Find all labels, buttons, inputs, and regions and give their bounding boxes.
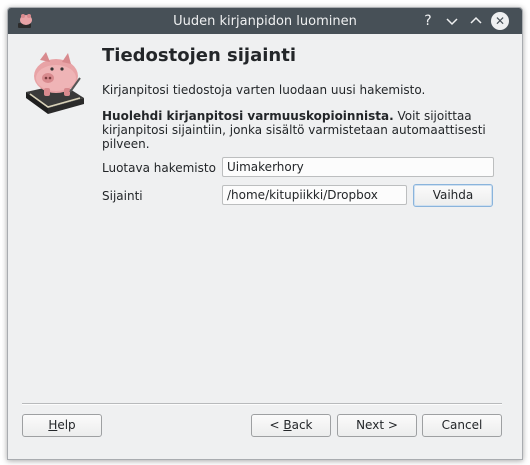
change-location-button[interactable]: Vaihda: [413, 184, 493, 207]
backup-notice-bold: Huolehdi kirjanpitosi varmuuskopioinnist…: [102, 109, 394, 123]
help-icon[interactable]: ?: [420, 13, 436, 29]
next-button[interactable]: Next >: [337, 414, 417, 437]
help-button[interactable]: Help: [22, 414, 102, 437]
minimize-icon[interactable]: [444, 13, 460, 29]
back-button[interactable]: < Back: [251, 414, 331, 437]
maximize-icon[interactable]: [468, 13, 484, 29]
backup-notice: Huolehdi kirjanpitosi varmuuskopioinnist…: [102, 109, 497, 151]
location-label: Sijainti: [102, 189, 143, 203]
dir-name-input[interactable]: Uimakerhory: [222, 157, 494, 177]
back-prefix: <: [269, 418, 284, 432]
page-title: Tiedostojen sijainti: [102, 45, 297, 66]
cancel-button[interactable]: Cancel: [422, 414, 502, 437]
back-label: ack: [291, 418, 313, 432]
help-label: elp: [57, 418, 76, 432]
close-icon[interactable]: ✕: [491, 12, 509, 30]
help-mnemonic: H: [48, 418, 58, 432]
dir-label: Luotava hakemisto: [102, 161, 216, 175]
footer-separator-highlight: [22, 404, 502, 405]
piggy-bank-book-icon: [26, 52, 84, 114]
intro-text: Kirjanpitosi tiedostoja varten luodaan u…: [102, 83, 426, 97]
wizard-window: Uuden kirjanpidon luominen ? ✕ Tiedostoj…: [7, 7, 523, 460]
location-input[interactable]: /home/kitupiikki/Dropbox: [222, 185, 407, 205]
back-mnemonic: B: [283, 418, 292, 432]
title-bar[interactable]: Uuden kirjanpidon luominen ? ✕: [8, 8, 522, 34]
